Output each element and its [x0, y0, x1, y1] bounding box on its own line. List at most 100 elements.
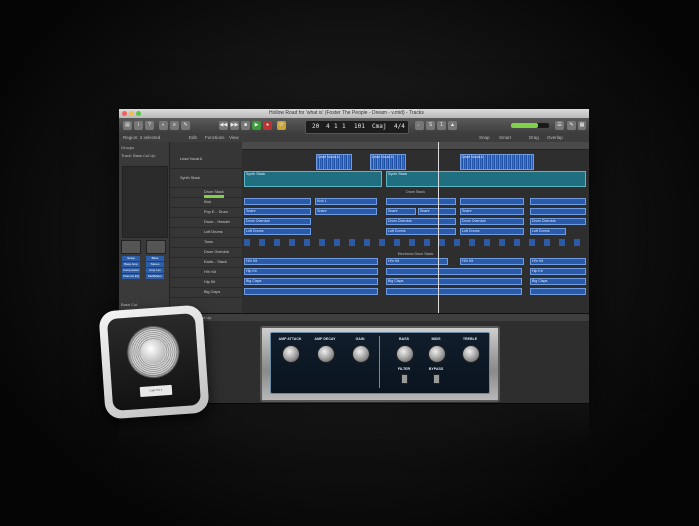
- track-header[interactable]: Drum... Header: [170, 218, 242, 228]
- track-header[interactable]: Loft Drums: [170, 228, 242, 238]
- treble-knob[interactable]: [462, 345, 480, 363]
- track-header[interactable]: Toms: [170, 238, 242, 248]
- track-label[interactable]: Track: Bass Cut Up: [121, 153, 156, 158]
- stop-button[interactable]: ■: [241, 121, 250, 130]
- track-header[interactable]: Synth Stack: [170, 169, 242, 188]
- region-hip-kit[interactable]: Hip Kit: [244, 268, 378, 275]
- forward-button[interactable]: ▶▶: [230, 121, 239, 130]
- region-snare[interactable]: [530, 208, 586, 215]
- amp-attack-knob[interactable]: [282, 345, 300, 363]
- close-icon[interactable]: [122, 111, 127, 116]
- gain-knob[interactable]: [352, 345, 370, 363]
- library-button[interactable]: ▤: [123, 121, 132, 130]
- zoom-icon[interactable]: [136, 111, 141, 116]
- smart-controls-button[interactable]: ◐: [159, 121, 168, 130]
- solo-button[interactable]: S: [426, 121, 435, 130]
- fader-left[interactable]: [121, 240, 141, 254]
- insert-compressor[interactable]: Compressor: [122, 268, 140, 273]
- count-in-button[interactable]: 1: [437, 121, 446, 130]
- region-snare[interactable]: Snare: [386, 208, 416, 215]
- region-big-claps[interactable]: Big Claps: [244, 278, 378, 285]
- insert-setup[interactable]: Setup: [122, 256, 140, 261]
- region-lead-vocal-1[interactable]: Lead Vocal A: [316, 154, 352, 170]
- region-kick[interactable]: Kick 1: [315, 198, 377, 205]
- region-lead-vocal-3[interactable]: Lead Vocal A: [460, 154, 534, 170]
- region-big-claps[interactable]: Big Claps: [386, 278, 522, 285]
- drag-select[interactable]: Overlap: [547, 134, 563, 142]
- region-hip-kit[interactable]: [386, 268, 522, 275]
- region-big-claps[interactable]: Big Claps: [530, 278, 586, 285]
- region-extra[interactable]: [244, 288, 378, 295]
- region-loft-drums[interactable]: Loft Drums: [460, 228, 524, 235]
- region-drum-overdub[interactable]: Drum Overdub: [530, 218, 586, 225]
- insert-amp-lev[interactable]: Amp Lev: [146, 268, 164, 273]
- rewind-button[interactable]: ◀◀: [219, 121, 228, 130]
- mids-knob[interactable]: [428, 345, 446, 363]
- track-header[interactable]: Earth... Stack: [170, 258, 242, 268]
- inspector-button[interactable]: i: [134, 121, 143, 130]
- region-hip-kit[interactable]: Hip Kit: [530, 268, 586, 275]
- editors-button[interactable]: ✎: [181, 121, 190, 130]
- bypass-switch[interactable]: [433, 374, 440, 384]
- region-kick[interactable]: [460, 198, 524, 205]
- region-hi-kit[interactable]: Hi'n Kit: [530, 258, 586, 265]
- insert-bass[interactable]: Bass: [146, 256, 164, 261]
- insert-channel-eq[interactable]: Channel EQ: [122, 274, 140, 279]
- track-header[interactable]: Big Claps: [170, 288, 242, 298]
- region-synth-stack-1[interactable]: Synth Stack: [244, 171, 382, 187]
- region-snare[interactable]: Snare: [315, 208, 377, 215]
- region-drum-overdub[interactable]: Drum Overdub: [386, 218, 456, 225]
- amp-decay-knob[interactable]: [317, 345, 335, 363]
- region-loft-drums[interactable]: Loft Drums: [386, 228, 456, 235]
- track-header[interactable]: Pop E... Drum: [170, 208, 242, 218]
- region-snare[interactable]: Snare: [244, 208, 311, 215]
- track-header[interactable]: Lead Vocal A: [170, 150, 242, 169]
- menu-edit[interactable]: Edit: [189, 134, 197, 142]
- fader-right[interactable]: [146, 240, 166, 254]
- region-synth-stack-2[interactable]: Synth Stack: [386, 171, 586, 187]
- menu-functions[interactable]: Functions: [205, 134, 225, 142]
- play-button[interactable]: ▶: [252, 121, 261, 130]
- region-hi-kit[interactable]: Hi'n Kit: [460, 258, 524, 265]
- region-snare[interactable]: Snare: [418, 208, 456, 215]
- track-header[interactable]: Kick: [170, 198, 242, 208]
- region-hi-kit[interactable]: Hi'n Kit: [244, 258, 378, 265]
- track-header[interactable]: Hi'n Kit: [170, 268, 242, 278]
- region-loft-drums[interactable]: Loft Drums: [530, 228, 566, 235]
- region-lead-vocal-2[interactable]: Lead Vocal A: [370, 154, 406, 170]
- tom-hits-lane[interactable]: [244, 239, 584, 246]
- notepad-button[interactable]: ✎: [567, 121, 576, 130]
- help-button[interactable]: ?: [145, 121, 154, 130]
- region-kick[interactable]: [386, 198, 456, 205]
- menu-view[interactable]: View: [229, 134, 239, 142]
- region-loft-drums[interactable]: Loft Drums: [244, 228, 311, 235]
- bar-ruler[interactable]: [242, 142, 589, 150]
- region-drum-overdub[interactable]: Drum Overdub: [244, 218, 311, 225]
- tuner-button[interactable]: ♩: [415, 121, 424, 130]
- insert-bass-amp[interactable]: Bass Amp: [122, 262, 140, 267]
- browsers-button[interactable]: ▦: [578, 121, 586, 130]
- region-extra[interactable]: [530, 288, 586, 295]
- minimize-icon[interactable]: [129, 111, 134, 116]
- mixer-button[interactable]: ≡: [170, 121, 179, 130]
- metronome-button[interactable]: ▲: [448, 121, 457, 130]
- region-kick[interactable]: [530, 198, 586, 205]
- groups-label[interactable]: Groups: [121, 145, 134, 150]
- track-volume-meter[interactable]: [204, 195, 224, 198]
- record-button[interactable]: ●: [263, 121, 272, 130]
- snap-select[interactable]: Smart: [499, 134, 511, 142]
- track-header[interactable]: Drum Overdub: [170, 248, 242, 258]
- lcd-display[interactable]: 20 4 1 1 101 Cmaj 4/4: [305, 120, 409, 134]
- list-editors-button[interactable]: ☰: [555, 121, 564, 130]
- insert-stereo[interactable]: Stereo: [146, 262, 164, 267]
- playhead[interactable]: [438, 142, 439, 313]
- region-kick[interactable]: [244, 198, 311, 205]
- master-volume-slider[interactable]: [511, 123, 549, 128]
- cycle-button[interactable]: ⟳: [277, 121, 286, 130]
- region-drum-overdub[interactable]: Drum Overdub: [460, 218, 524, 225]
- bass-knob[interactable]: [396, 345, 414, 363]
- track-header[interactable]: Hip Kit: [170, 278, 242, 288]
- region-snare[interactable]: Snare: [460, 208, 524, 215]
- region-extra[interactable]: [386, 288, 522, 295]
- filter-switch[interactable]: [401, 374, 408, 384]
